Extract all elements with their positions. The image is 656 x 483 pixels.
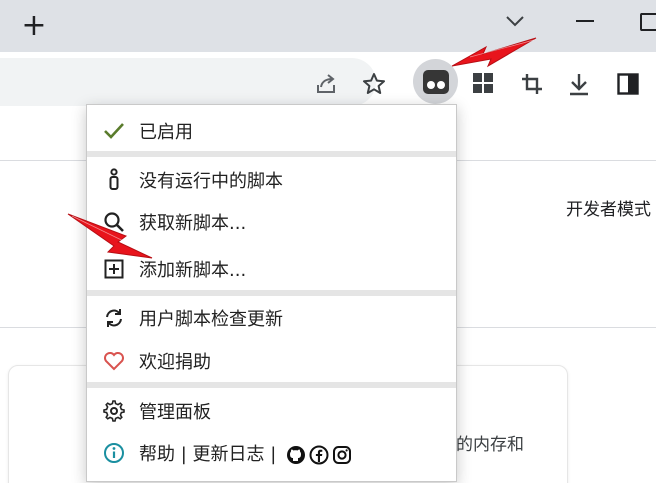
star-icon[interactable]: [360, 70, 388, 98]
refresh-icon: [102, 306, 126, 330]
developer-mode-label: 开发者模式: [566, 200, 651, 220]
tampermonkey-icon[interactable]: [413, 59, 458, 104]
menu-item-label: 管理面板: [139, 402, 211, 423]
menu-item-label: 获取新脚本...: [139, 213, 247, 234]
menu-item-donate[interactable]: 欢迎捐助: [87, 341, 456, 381]
menu-item-get-new-script[interactable]: 获取新脚本...: [87, 202, 456, 242]
extensions-icon[interactable]: [470, 70, 496, 96]
menu-item-label: 没有运行中的脚本: [139, 171, 283, 192]
restore-icon[interactable]: [640, 13, 656, 31]
menu-separator: [87, 382, 456, 388]
menu-item-label: 欢迎捐助: [139, 352, 211, 373]
facebook-icon[interactable]: [309, 445, 329, 465]
instagram-icon[interactable]: [332, 445, 352, 465]
info-circle-icon: [102, 441, 126, 465]
new-tab-button[interactable]: +: [16, 9, 52, 43]
card-description: 的内存和: [456, 435, 524, 455]
menu-item-label: 添加新脚本...: [139, 260, 247, 281]
search-icon: [102, 210, 126, 234]
info-i-icon: [102, 168, 126, 192]
heart-icon: [102, 349, 126, 373]
tampermonkey-logo: [422, 69, 449, 94]
help-changelog-label[interactable]: 帮助 | 更新日志 |: [139, 444, 276, 465]
screen: + 开发者模式 的内存和 已启用 没有运行中的脚本 获取新脚本... 添加新脚本…: [0, 0, 656, 483]
social-links: [286, 445, 352, 465]
chevron-down-icon[interactable]: [499, 8, 531, 36]
menu-item-enabled[interactable]: 已启用: [87, 111, 456, 151]
plus-box-icon: [102, 257, 126, 281]
menu-separator: [87, 151, 456, 157]
help-row: 帮助 | 更新日志 |: [139, 440, 352, 466]
github-icon[interactable]: [286, 445, 306, 465]
menu-separator: [87, 290, 456, 296]
checkmark-icon: [102, 119, 126, 143]
gear-icon: [102, 399, 126, 423]
menu-item-check-updates[interactable]: 用户脚本检查更新: [87, 298, 456, 338]
tampermonkey-popup-menu: 已启用 没有运行中的脚本 获取新脚本... 添加新脚本... 用户脚本检查更新 …: [86, 104, 457, 482]
side-panel-icon[interactable]: [614, 70, 642, 98]
minimize-icon[interactable]: [576, 20, 594, 22]
menu-item-no-running-scripts: 没有运行中的脚本: [87, 160, 456, 200]
menu-item-dashboard[interactable]: 管理面板: [87, 391, 456, 431]
tab-strip: +: [0, 0, 656, 52]
menu-item-help[interactable]: 帮助 | 更新日志 |: [87, 433, 456, 473]
menu-item-label: 用户脚本检查更新: [139, 309, 283, 330]
menu-item-add-new-script[interactable]: 添加新脚本...: [87, 249, 456, 289]
menu-item-label: 已启用: [139, 122, 193, 143]
share-icon[interactable]: [313, 70, 341, 98]
download-icon[interactable]: [565, 70, 593, 98]
crop-icon[interactable]: [518, 70, 546, 98]
